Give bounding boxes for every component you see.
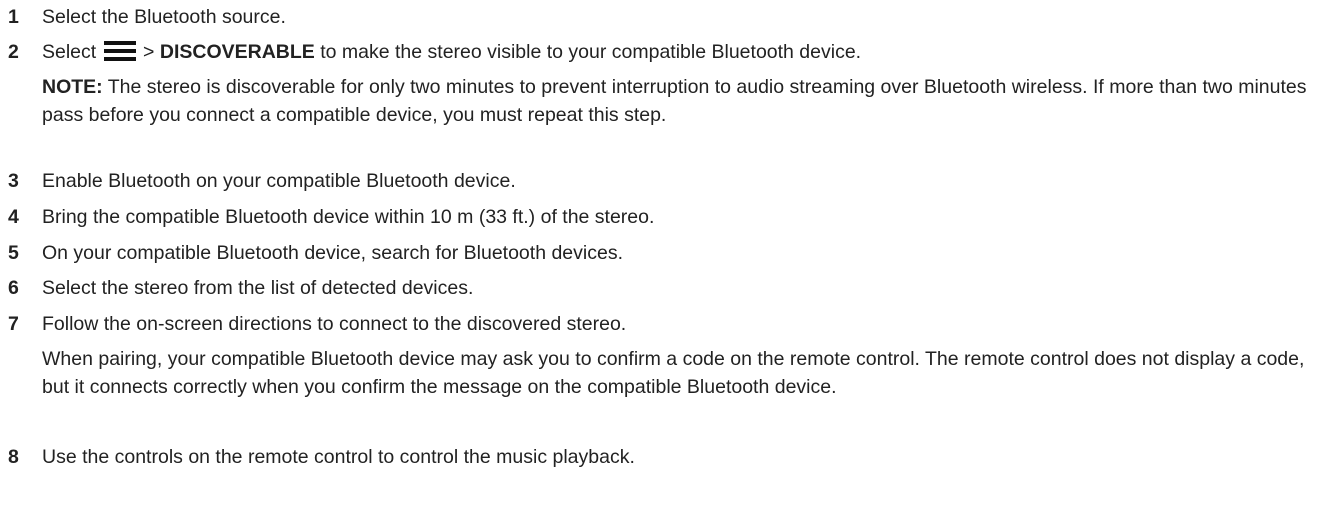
step-text: Follow the on-screen directions to conne… <box>42 313 627 335</box>
step-text-post: to make the stereo visible to your compa… <box>320 41 862 63</box>
pairing-info-paragraph: When pairing, your compatible Bluetooth … <box>42 348 1305 398</box>
instruction-document: 1 Select the Bluetooth source. 2 Select … <box>0 0 1333 523</box>
step-number: 5 <box>8 242 19 264</box>
step-number: 2 <box>8 41 19 63</box>
step-text: Select the stereo from the list of detec… <box>42 277 474 299</box>
step-number: 4 <box>8 206 19 228</box>
step-text-separator: > <box>143 41 155 63</box>
step-text-pre: Select <box>42 41 97 63</box>
step-number: 1 <box>8 6 19 28</box>
note-text: The stereo is discoverable for only two … <box>42 76 1307 126</box>
note-label: NOTE: <box>42 76 103 98</box>
menu-icon <box>103 41 136 61</box>
step-text: On your compatible Bluetooth device, sea… <box>42 242 623 264</box>
step-number: 7 <box>8 313 19 335</box>
step-text: Enable Bluetooth on your compatible Blue… <box>42 170 516 192</box>
step-text: Select > DISCOVERABLE to make the stereo… <box>42 39 861 65</box>
step-number: 6 <box>8 277 19 299</box>
note-paragraph: NOTE: The stereo is discoverable for onl… <box>42 73 1327 129</box>
step-number: 3 <box>8 170 19 192</box>
step-text: Bring the compatible Bluetooth device wi… <box>42 206 655 228</box>
step-text: Use the controls on the remote control t… <box>42 446 635 468</box>
step-number: 8 <box>8 446 19 468</box>
menu-option-discoverable: DISCOVERABLE <box>159 41 315 63</box>
step-text: Select the Bluetooth source. <box>42 6 286 28</box>
